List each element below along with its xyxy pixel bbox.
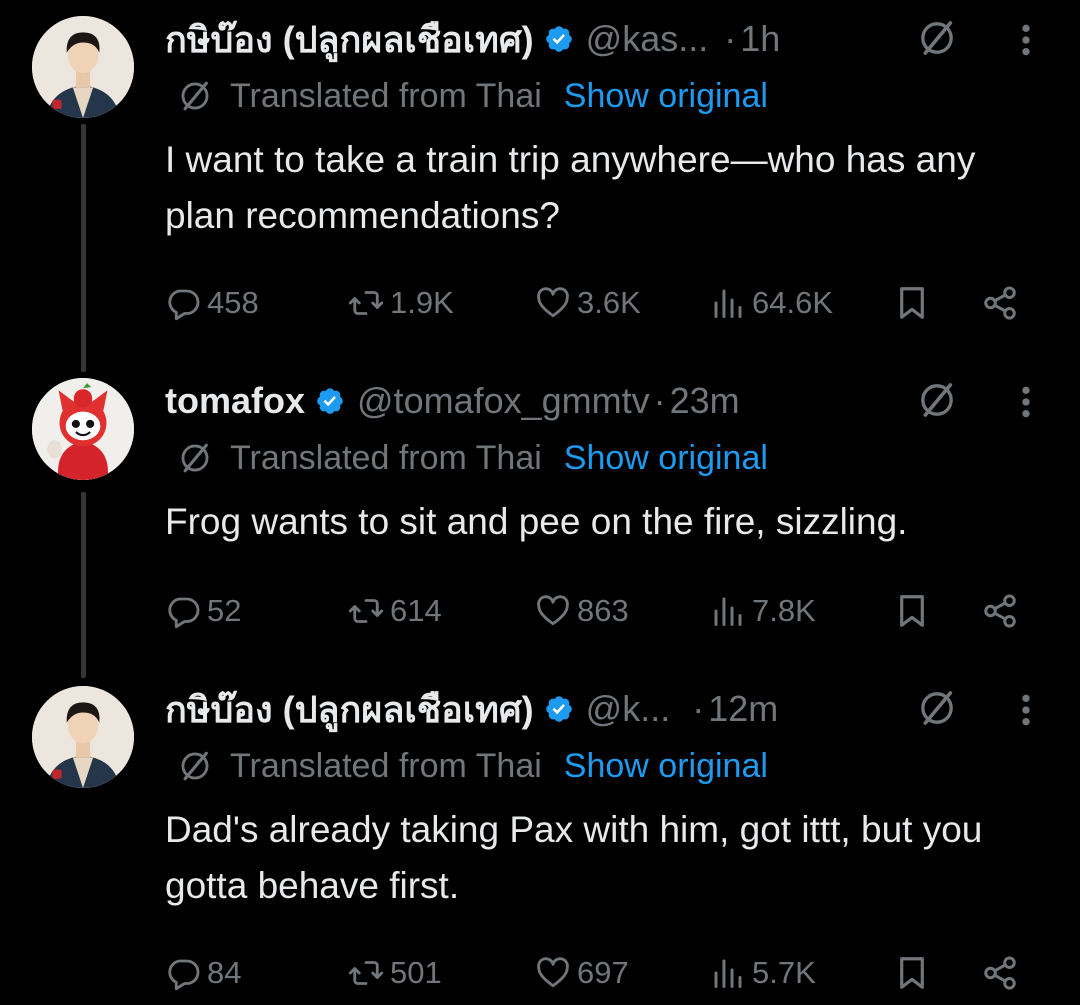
avatar[interactable] xyxy=(32,378,134,480)
show-original-link[interactable]: Show original xyxy=(564,77,768,116)
translated-label: Translated from Thai xyxy=(230,746,542,785)
repost-count: 501 xyxy=(390,955,442,990)
more-icon[interactable] xyxy=(1018,382,1034,422)
thread-connector xyxy=(81,492,86,678)
repost-icon xyxy=(348,955,384,991)
tweet-header: กษิบ๊อง (ปลูกผลเชือเทศ) @k... · 12m xyxy=(165,684,1065,734)
like-count: 863 xyxy=(577,593,629,628)
show-original-link[interactable]: Show original xyxy=(564,439,768,478)
like-button[interactable]: 863 xyxy=(535,586,629,636)
avatar[interactable] xyxy=(32,16,134,118)
handle[interactable]: @k... xyxy=(586,688,671,730)
action-bar: 52 614 863 7.8K xyxy=(165,586,1045,636)
more-icon[interactable] xyxy=(1018,690,1034,730)
repost-button[interactable]: 1.9K xyxy=(348,278,454,328)
tweet-header: tomafox @tomafox_gmmtv · 23m xyxy=(165,376,1065,426)
views-button[interactable]: 5.7K xyxy=(710,948,816,998)
share-button[interactable] xyxy=(981,948,1019,998)
timestamp[interactable]: 23m xyxy=(670,380,740,422)
share-icon xyxy=(981,954,1019,992)
reply-button[interactable]: 52 xyxy=(165,586,241,636)
reply-button[interactable]: 458 xyxy=(165,278,259,328)
share-button[interactable] xyxy=(981,278,1019,328)
reply-icon xyxy=(165,955,201,991)
bookmark-button[interactable] xyxy=(893,278,931,328)
grok-icon[interactable] xyxy=(917,380,957,420)
views-button[interactable]: 64.6K xyxy=(710,278,833,328)
repost-button[interactable]: 614 xyxy=(348,586,442,636)
display-name[interactable]: tomafox xyxy=(165,380,305,422)
separator: · xyxy=(724,18,737,59)
separator: · xyxy=(692,688,705,729)
grok-icon[interactable] xyxy=(917,18,957,58)
repost-count: 1.9K xyxy=(390,285,454,320)
repost-icon xyxy=(348,593,384,629)
like-count: 3.6K xyxy=(577,285,641,320)
like-icon xyxy=(535,593,571,629)
more-icon[interactable] xyxy=(1018,20,1034,60)
bookmark-icon xyxy=(893,284,931,322)
bookmark-button[interactable] xyxy=(893,586,931,636)
reply-count: 458 xyxy=(207,285,259,320)
action-bar: 458 1.9K 3.6K 64.6K xyxy=(165,278,1045,328)
translation-bar: Translated from Thai Show original xyxy=(178,74,768,118)
display-name[interactable]: กษิบ๊อง (ปลูกผลเชือเทศ) xyxy=(165,681,534,738)
like-icon xyxy=(535,285,571,321)
views-count: 5.7K xyxy=(752,955,816,990)
share-icon xyxy=(981,284,1019,322)
timestamp[interactable]: 12m xyxy=(708,688,778,730)
show-original-link[interactable]: Show original xyxy=(564,747,768,786)
share-icon xyxy=(981,592,1019,630)
reply-icon xyxy=(165,593,201,629)
views-button[interactable]: 7.8K xyxy=(710,586,816,636)
translate-icon xyxy=(178,749,212,783)
repost-icon xyxy=(348,285,384,321)
bookmark-icon xyxy=(893,592,931,630)
reply-icon xyxy=(165,285,201,321)
verified-icon xyxy=(315,386,345,416)
like-count: 697 xyxy=(577,955,629,990)
repost-button[interactable]: 501 xyxy=(348,948,442,998)
share-button[interactable] xyxy=(981,586,1019,636)
bookmark-button[interactable] xyxy=(893,948,931,998)
grok-icon[interactable] xyxy=(917,688,957,728)
tweet-text: Dad's already taking Pax with him, got i… xyxy=(165,809,983,906)
timestamp[interactable]: 1h xyxy=(740,18,780,60)
avatar[interactable] xyxy=(32,686,134,788)
translation-bar: Translated from Thai Show original xyxy=(178,744,768,788)
translate-icon xyxy=(178,79,212,113)
verified-icon xyxy=(544,24,574,54)
translate-icon xyxy=(178,441,212,475)
action-bar: 84 501 697 5.7K xyxy=(165,948,1045,998)
separator: · xyxy=(653,380,666,421)
verified-icon xyxy=(544,694,574,724)
handle[interactable]: @tomafox_gmmtv xyxy=(357,380,650,422)
views-icon xyxy=(710,285,746,321)
tweet-header: กษิบ๊อง (ปลูกผลเชือเทศ) @kas... · 1h xyxy=(165,14,1065,64)
views-icon xyxy=(710,955,746,991)
like-icon xyxy=(535,955,571,991)
reply-button[interactable]: 84 xyxy=(165,948,241,998)
translated-label: Translated from Thai xyxy=(230,438,542,477)
translated-label: Translated from Thai xyxy=(230,76,542,115)
repost-count: 614 xyxy=(390,593,442,628)
display-name[interactable]: กษิบ๊อง (ปลูกผลเชือเทศ) xyxy=(165,11,534,68)
tweet-text: I want to take a train trip anywhere—who… xyxy=(165,139,976,236)
views-icon xyxy=(710,593,746,629)
thread-connector xyxy=(81,124,86,372)
reply-count: 52 xyxy=(207,593,242,628)
translation-bar: Translated from Thai Show original xyxy=(178,436,768,480)
views-count: 64.6K xyxy=(752,285,834,320)
bookmark-icon xyxy=(893,954,931,992)
handle[interactable]: @kas... xyxy=(586,18,709,60)
views-count: 7.8K xyxy=(752,593,816,628)
tweet-text: Frog wants to sit and pee on the fire, s… xyxy=(165,501,908,542)
like-button[interactable]: 3.6K xyxy=(535,278,641,328)
reply-count: 84 xyxy=(207,955,242,990)
like-button[interactable]: 697 xyxy=(535,948,629,998)
